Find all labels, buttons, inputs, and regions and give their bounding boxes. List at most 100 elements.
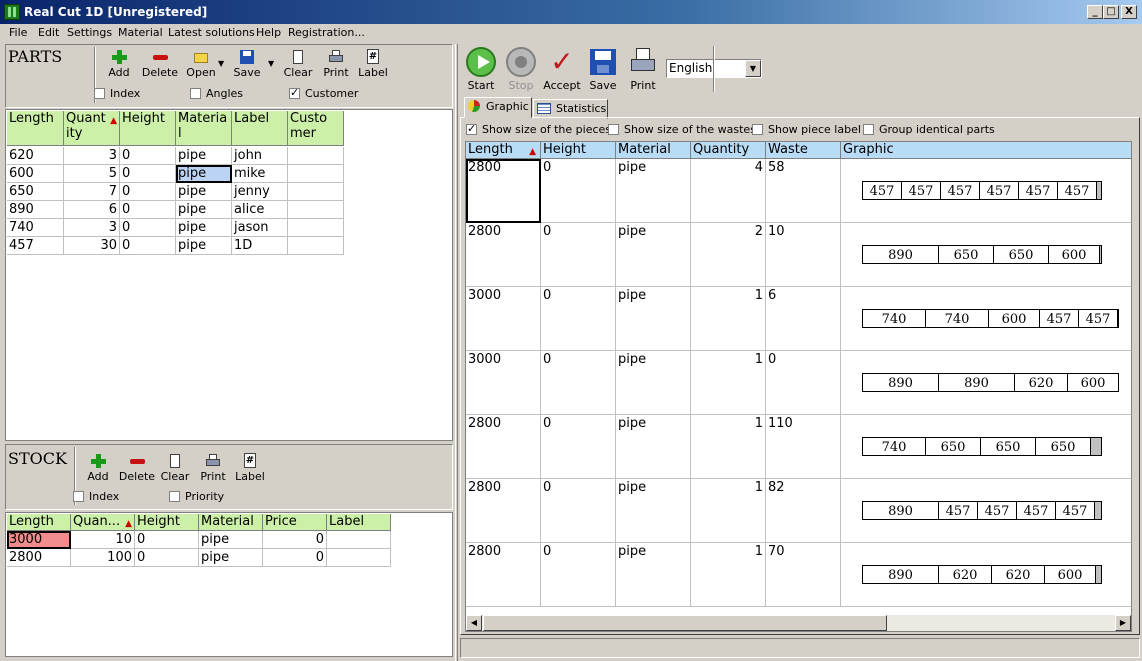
menu-settings[interactable]: Settings	[67, 26, 112, 39]
parts-open-button[interactable]: Open	[184, 49, 218, 79]
result-cell-height[interactable]: 0	[541, 351, 616, 415]
parts-cell[interactable]: pipe	[176, 201, 232, 219]
parts-cell[interactable]	[288, 219, 344, 237]
result-cell-quantity[interactable]: 4	[691, 159, 766, 223]
result-cell-material[interactable]: pipe	[616, 159, 691, 223]
show-piece-label-checkbox[interactable]: Show piece label	[752, 123, 861, 136]
parts-cell[interactable]: 7	[64, 183, 120, 201]
result-cell-waste[interactable]: 10	[766, 223, 841, 287]
result-cell-height[interactable]: 0	[541, 479, 616, 543]
stock-col-material[interactable]: Material	[199, 514, 263, 531]
stock-print-button[interactable]: Print	[198, 453, 228, 483]
result-cell-quantity[interactable]: 1	[691, 479, 766, 543]
stock-cell[interactable]: 3000	[7, 531, 71, 549]
menu-latest-solutions[interactable]: Latest solutions	[168, 26, 255, 39]
scroll-thumb[interactable]	[483, 615, 887, 631]
result-cell-waste[interactable]: 6	[766, 287, 841, 351]
stock-cell[interactable]: 10	[71, 531, 135, 549]
stock-cell[interactable]: 100	[71, 549, 135, 567]
parts-angles-checkbox[interactable]: Angles	[190, 87, 243, 100]
tab-graphic[interactable]: Graphic	[464, 97, 532, 118]
tab-statistics[interactable]: Statistics	[533, 99, 608, 119]
results-save-button[interactable]: Save	[586, 47, 620, 92]
results-grid[interactable]: Length ▲ Height Material Quantity Waste G…	[465, 141, 1132, 632]
parts-cell[interactable]: 1D	[232, 237, 288, 255]
parts-col-length[interactable]: Length	[7, 111, 64, 146]
stop-button[interactable]: Stop	[504, 47, 538, 92]
parts-cell[interactable]: pipe	[176, 183, 232, 201]
parts-delete-button[interactable]: Delete	[140, 49, 180, 79]
stock-grid[interactable]: Length Quan... ▲ Height Material Price La…	[5, 512, 453, 657]
parts-cell[interactable]: 740	[7, 219, 64, 237]
stock-col-length[interactable]: Length	[7, 514, 71, 531]
result-cell-height[interactable]: 0	[541, 223, 616, 287]
result-cell-quantity[interactable]: 1	[691, 415, 766, 479]
menu-registration[interactable]: Registration...	[288, 26, 365, 39]
result-cell-length[interactable]: 3000	[466, 351, 541, 415]
minimize-button[interactable]: _	[1087, 5, 1103, 19]
result-cell-length[interactable]: 2800	[466, 479, 541, 543]
scroll-left-icon[interactable]: ◀	[466, 615, 482, 631]
parts-index-checkbox[interactable]: Index	[94, 87, 140, 100]
parts-cell[interactable]: pipe	[176, 219, 232, 237]
horizontal-scrollbar[interactable]: ◀ ▶	[466, 615, 1131, 631]
parts-col-material[interactable]: Materia l	[176, 111, 232, 146]
result-cell-waste[interactable]: 58	[766, 159, 841, 223]
open-dropdown-arrow-icon[interactable]: ▼	[218, 59, 224, 68]
stock-cell[interactable]	[327, 531, 391, 549]
menu-file[interactable]: File	[9, 26, 27, 39]
result-cell-length[interactable]: 2800	[466, 415, 541, 479]
parts-cell[interactable]: pipe	[176, 237, 232, 255]
parts-cell[interactable]	[288, 201, 344, 219]
stock-cell[interactable]: 0	[135, 531, 199, 549]
parts-cell[interactable]	[288, 165, 344, 183]
parts-col-quantity[interactable]: Quant ity ▲	[64, 111, 120, 146]
stock-cell[interactable]: 2800	[7, 549, 71, 567]
show-size-pieces-checkbox[interactable]: Show size of the pieces	[466, 122, 611, 136]
parts-cell[interactable]: 0	[120, 201, 176, 219]
stock-cell[interactable]	[327, 549, 391, 567]
result-cell-length[interactable]: 3000	[466, 287, 541, 351]
parts-cell[interactable]: 0	[120, 183, 176, 201]
result-cell-waste[interactable]: 110	[766, 415, 841, 479]
parts-cell[interactable]	[288, 237, 344, 255]
parts-cell[interactable]: 0	[120, 237, 176, 255]
parts-cell[interactable]: 3	[64, 219, 120, 237]
parts-col-height[interactable]: Height	[120, 111, 176, 146]
result-cell-material[interactable]: pipe	[616, 351, 691, 415]
results-col-graphic[interactable]: Graphic	[841, 142, 1131, 159]
stock-cell[interactable]: pipe	[199, 549, 263, 567]
stock-col-label[interactable]: Label	[327, 514, 391, 531]
stock-col-quantity[interactable]: Quan... ▲	[71, 514, 135, 531]
result-cell-material[interactable]: pipe	[616, 479, 691, 543]
result-cell-material[interactable]: pipe	[616, 415, 691, 479]
parts-cell[interactable]: 890	[7, 201, 64, 219]
results-col-material[interactable]: Material	[616, 142, 691, 159]
result-cell-material[interactable]: pipe	[616, 223, 691, 287]
parts-col-customer[interactable]: Custo mer	[288, 111, 344, 146]
group-identical-parts-checkbox[interactable]: Group identical parts	[863, 123, 995, 136]
parts-grid[interactable]: Length Quant ity ▲ Height Materia l Label…	[5, 109, 453, 441]
stock-cell[interactable]: 0	[135, 549, 199, 567]
parts-cell[interactable]	[288, 147, 344, 165]
parts-cell[interactable]: 3	[64, 147, 120, 165]
parts-col-label[interactable]: Label	[232, 111, 288, 146]
maximize-button[interactable]: □	[1103, 5, 1119, 19]
stock-index-checkbox[interactable]: Index	[73, 490, 119, 503]
menu-edit[interactable]: Edit	[38, 26, 59, 39]
result-cell-quantity[interactable]: 1	[691, 287, 766, 351]
result-cell-quantity[interactable]: 1	[691, 543, 766, 607]
stock-col-price[interactable]: Price	[263, 514, 327, 531]
stock-delete-button[interactable]: Delete	[118, 453, 156, 483]
result-cell-height[interactable]: 0	[541, 543, 616, 607]
parts-clear-button[interactable]: Clear	[283, 49, 313, 79]
parts-save-button[interactable]: Save	[232, 49, 262, 79]
parts-cell[interactable]	[288, 183, 344, 201]
scroll-right-icon[interactable]: ▶	[1115, 615, 1131, 631]
stock-cell[interactable]: 0	[263, 531, 327, 549]
result-cell-length[interactable]: 2800	[466, 223, 541, 287]
parts-cell[interactable]: 6	[64, 201, 120, 219]
results-print-button[interactable]: Print	[626, 47, 660, 92]
results-col-length[interactable]: Length ▲	[466, 142, 541, 159]
result-cell-length[interactable]: 2800	[466, 543, 541, 607]
